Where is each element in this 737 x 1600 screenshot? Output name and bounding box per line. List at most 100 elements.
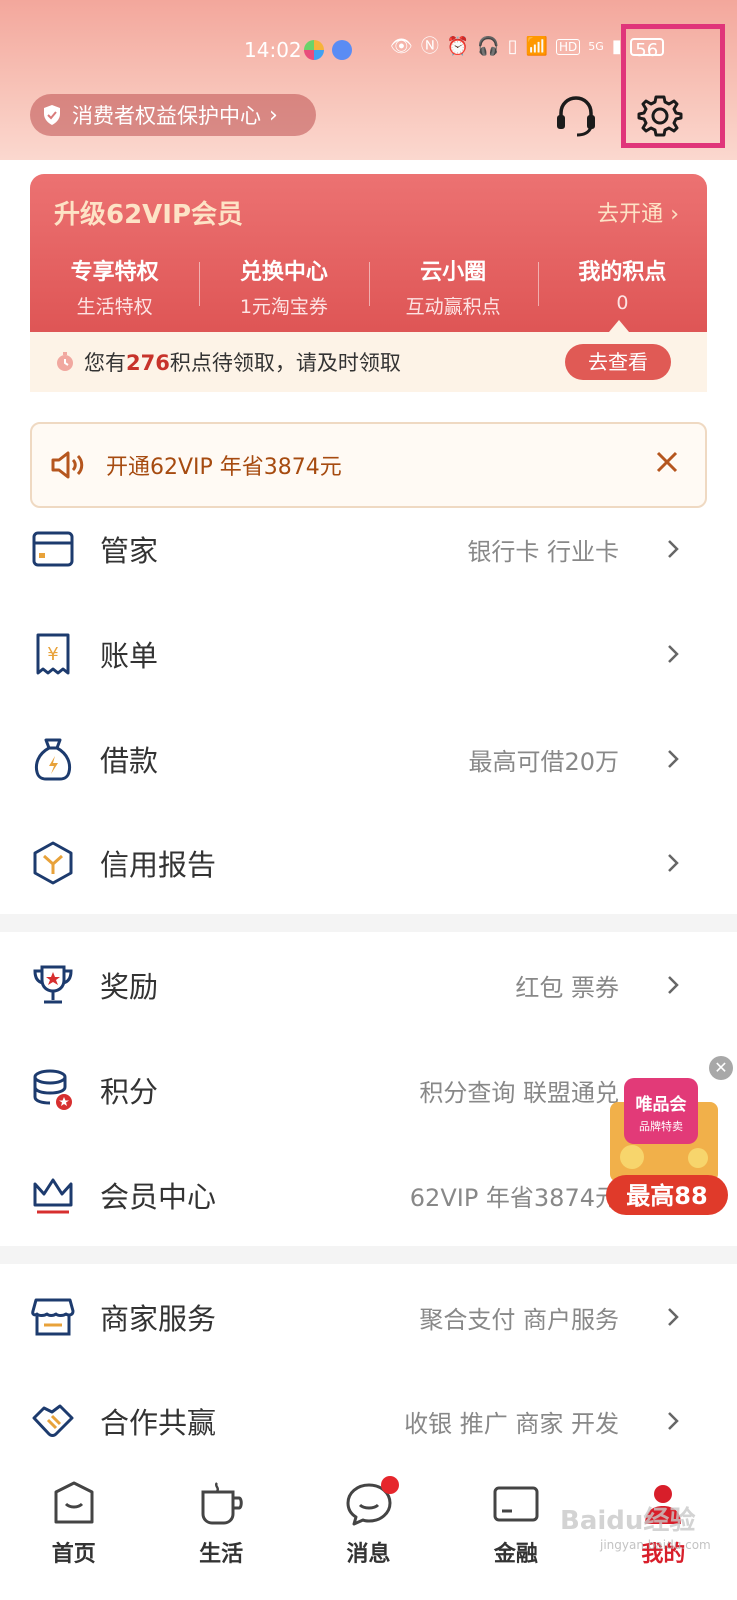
app-notification-icon (304, 40, 324, 60)
stopwatch-icon (57, 352, 73, 371)
vip-col-sub: 1元淘宝券 (239, 296, 328, 318)
tab-label: 消息 (346, 1542, 391, 1567)
speaker-icon (51, 451, 84, 479)
vip-open-label: 去开通 (597, 202, 664, 227)
crown-icon (33, 1178, 73, 1214)
vip-col-sub: 0 (616, 292, 629, 314)
menu-item-cooperation[interactable]: 合作共赢 收银 推广 商家 开发 (0, 1368, 737, 1474)
chevron-right-icon: › (269, 102, 278, 128)
menu-label: 积分 (100, 1075, 159, 1109)
chevron-right-icon (668, 540, 679, 558)
store-icon (31, 1298, 75, 1336)
highlight-box (621, 24, 725, 148)
tab-label: 金融 (493, 1542, 538, 1567)
menu-label: 会员中心 (100, 1180, 217, 1214)
menu-sub: 收银 推广 商家 开发 (404, 1409, 619, 1438)
tab-home[interactable]: 首页 (0, 1468, 147, 1600)
baidu-watermark: Baidu经验 (560, 1506, 696, 1536)
vip-col-title: 专享特权 (70, 260, 159, 285)
points-coins-icon (33, 1069, 72, 1110)
bill-icon: ¥ (36, 633, 70, 675)
menu-sub: 聚合支付 商户服务 (419, 1305, 619, 1334)
points-count: 276 (126, 351, 170, 375)
vip-col-sub: 互动赢积点 (405, 296, 501, 318)
vip-col-title: 云小圈 (420, 260, 487, 285)
vip-card[interactable]: 升级62VIP会员 去开通 › 专享特权 生活特权 兑换中心 1元淘宝券 云小圈… (30, 174, 707, 334)
menu-item-rewards[interactable]: 奖励 红包 票券 (0, 932, 737, 1038)
nfc-icon: Ⓝ (420, 36, 439, 57)
section-divider (0, 1246, 737, 1264)
menu-item-loan[interactable]: 借款 最高可借20万 (0, 706, 737, 812)
headset-icon[interactable] (553, 93, 599, 139)
ad-tagline: 品牌特卖 (639, 1119, 683, 1133)
vip-col-title: 我的积点 (578, 260, 667, 285)
status-time: 14:02 (244, 38, 302, 62)
vip-col-exchange[interactable]: 兑换中心 1元淘宝券 (199, 254, 368, 318)
menu-label: 借款 (100, 744, 159, 778)
menu-label: 奖励 (100, 970, 159, 1004)
svg-text:¥: ¥ (47, 644, 58, 665)
menu-sub: 银行卡 行业卡 (467, 537, 619, 566)
unread-badge (380, 1476, 399, 1494)
menu-item-bill[interactable]: ¥ 账单 (0, 601, 737, 707)
menu-sub: 最高可借20万 (468, 747, 619, 776)
chevron-right-icon: › (670, 202, 679, 227)
trophy-icon (33, 965, 73, 1004)
cloud-notification-icon (332, 40, 352, 60)
vip-col-circle[interactable]: 云小圈 互动赢积点 (368, 254, 538, 318)
baidu-watermark-url: jingyan.baidu.com (600, 1538, 711, 1552)
cup-icon (201, 1482, 243, 1525)
card-icon (32, 531, 74, 567)
points-reminder-text: 您有276积点待领取，请及时领取 (84, 347, 401, 377)
points-suffix: 积点待领取，请及时领取 (169, 351, 401, 375)
menu-item-merchant-services[interactable]: 商家服务 聚合支付 商户服务 (0, 1264, 737, 1370)
menu-label: 合作共赢 (100, 1406, 217, 1440)
chevron-right-icon (668, 645, 679, 663)
ad-promo: 最高88 (626, 1182, 707, 1210)
eye-icon: 👁 (390, 36, 413, 57)
vip-title: 升级62VIP会员 (54, 200, 244, 230)
vibrate-icon: ▯ (507, 36, 518, 57)
chevron-right-icon (668, 750, 679, 768)
chevron-right-icon (668, 1412, 679, 1430)
banner-text: 开通62VIP 年省3874元 (106, 455, 342, 480)
vip-col-privileges[interactable]: 专享特权 生活特权 (30, 254, 199, 318)
finance-card-icon (493, 1486, 539, 1522)
view-points-button[interactable]: 去查看 (565, 344, 671, 380)
menu-sub: 红包 票券 (515, 973, 619, 1002)
ad-brand: 唯品会 (636, 1094, 687, 1115)
consumer-protection-button[interactable]: 消费者权益保护中心 › (30, 94, 316, 136)
tab-messages[interactable]: 消息 (295, 1468, 442, 1600)
ad-close-icon[interactable]: ✕ (709, 1056, 733, 1080)
vip-col-my-points[interactable]: 我的积点 0 (537, 254, 707, 318)
tab-life[interactable]: 生活 (147, 1468, 294, 1600)
network-icon: 5G (588, 40, 604, 53)
tab-label: 首页 (51, 1542, 96, 1567)
close-icon[interactable] (653, 448, 681, 476)
tab-label: 生活 (199, 1542, 244, 1567)
menu-label: 商家服务 (100, 1302, 217, 1336)
chevron-right-icon (668, 854, 679, 872)
menu-label: 账单 (100, 639, 159, 673)
wifi-icon: 📶 (525, 36, 549, 57)
loan-bag-icon (34, 738, 72, 781)
points-reminder: 您有276积点待领取，请及时领取 去查看 (30, 332, 707, 392)
vip-notch (609, 320, 629, 332)
vip-col-sub: 生活特权 (76, 296, 153, 318)
vip-col-title: 兑换中心 (239, 260, 328, 285)
consumer-protection-label: 消费者权益保护中心 (72, 104, 261, 128)
handshake-icon (32, 1404, 74, 1437)
credit-report-icon (33, 841, 73, 885)
menu-item-credit-report[interactable]: 信用报告 (0, 810, 737, 916)
shield-icon (44, 105, 60, 125)
menu-sub: 积分查询 联盟通兑 (419, 1078, 619, 1107)
points-prefix: 您有 (84, 351, 126, 375)
headphone-icon: 🎧 (477, 36, 500, 57)
menu-item-butler[interactable]: 管家 银行卡 行业卡 (0, 496, 737, 602)
vipshop-floating-ad[interactable]: 唯品会 品牌特卖 最高88 (602, 1052, 732, 1227)
menu-sub: 62VIP 年省3874元 (409, 1183, 619, 1212)
chevron-right-icon (668, 976, 679, 994)
menu-label: 信用报告 (100, 848, 217, 882)
section-divider (0, 914, 737, 932)
vip-open-button[interactable]: 去开通 › (597, 196, 679, 228)
